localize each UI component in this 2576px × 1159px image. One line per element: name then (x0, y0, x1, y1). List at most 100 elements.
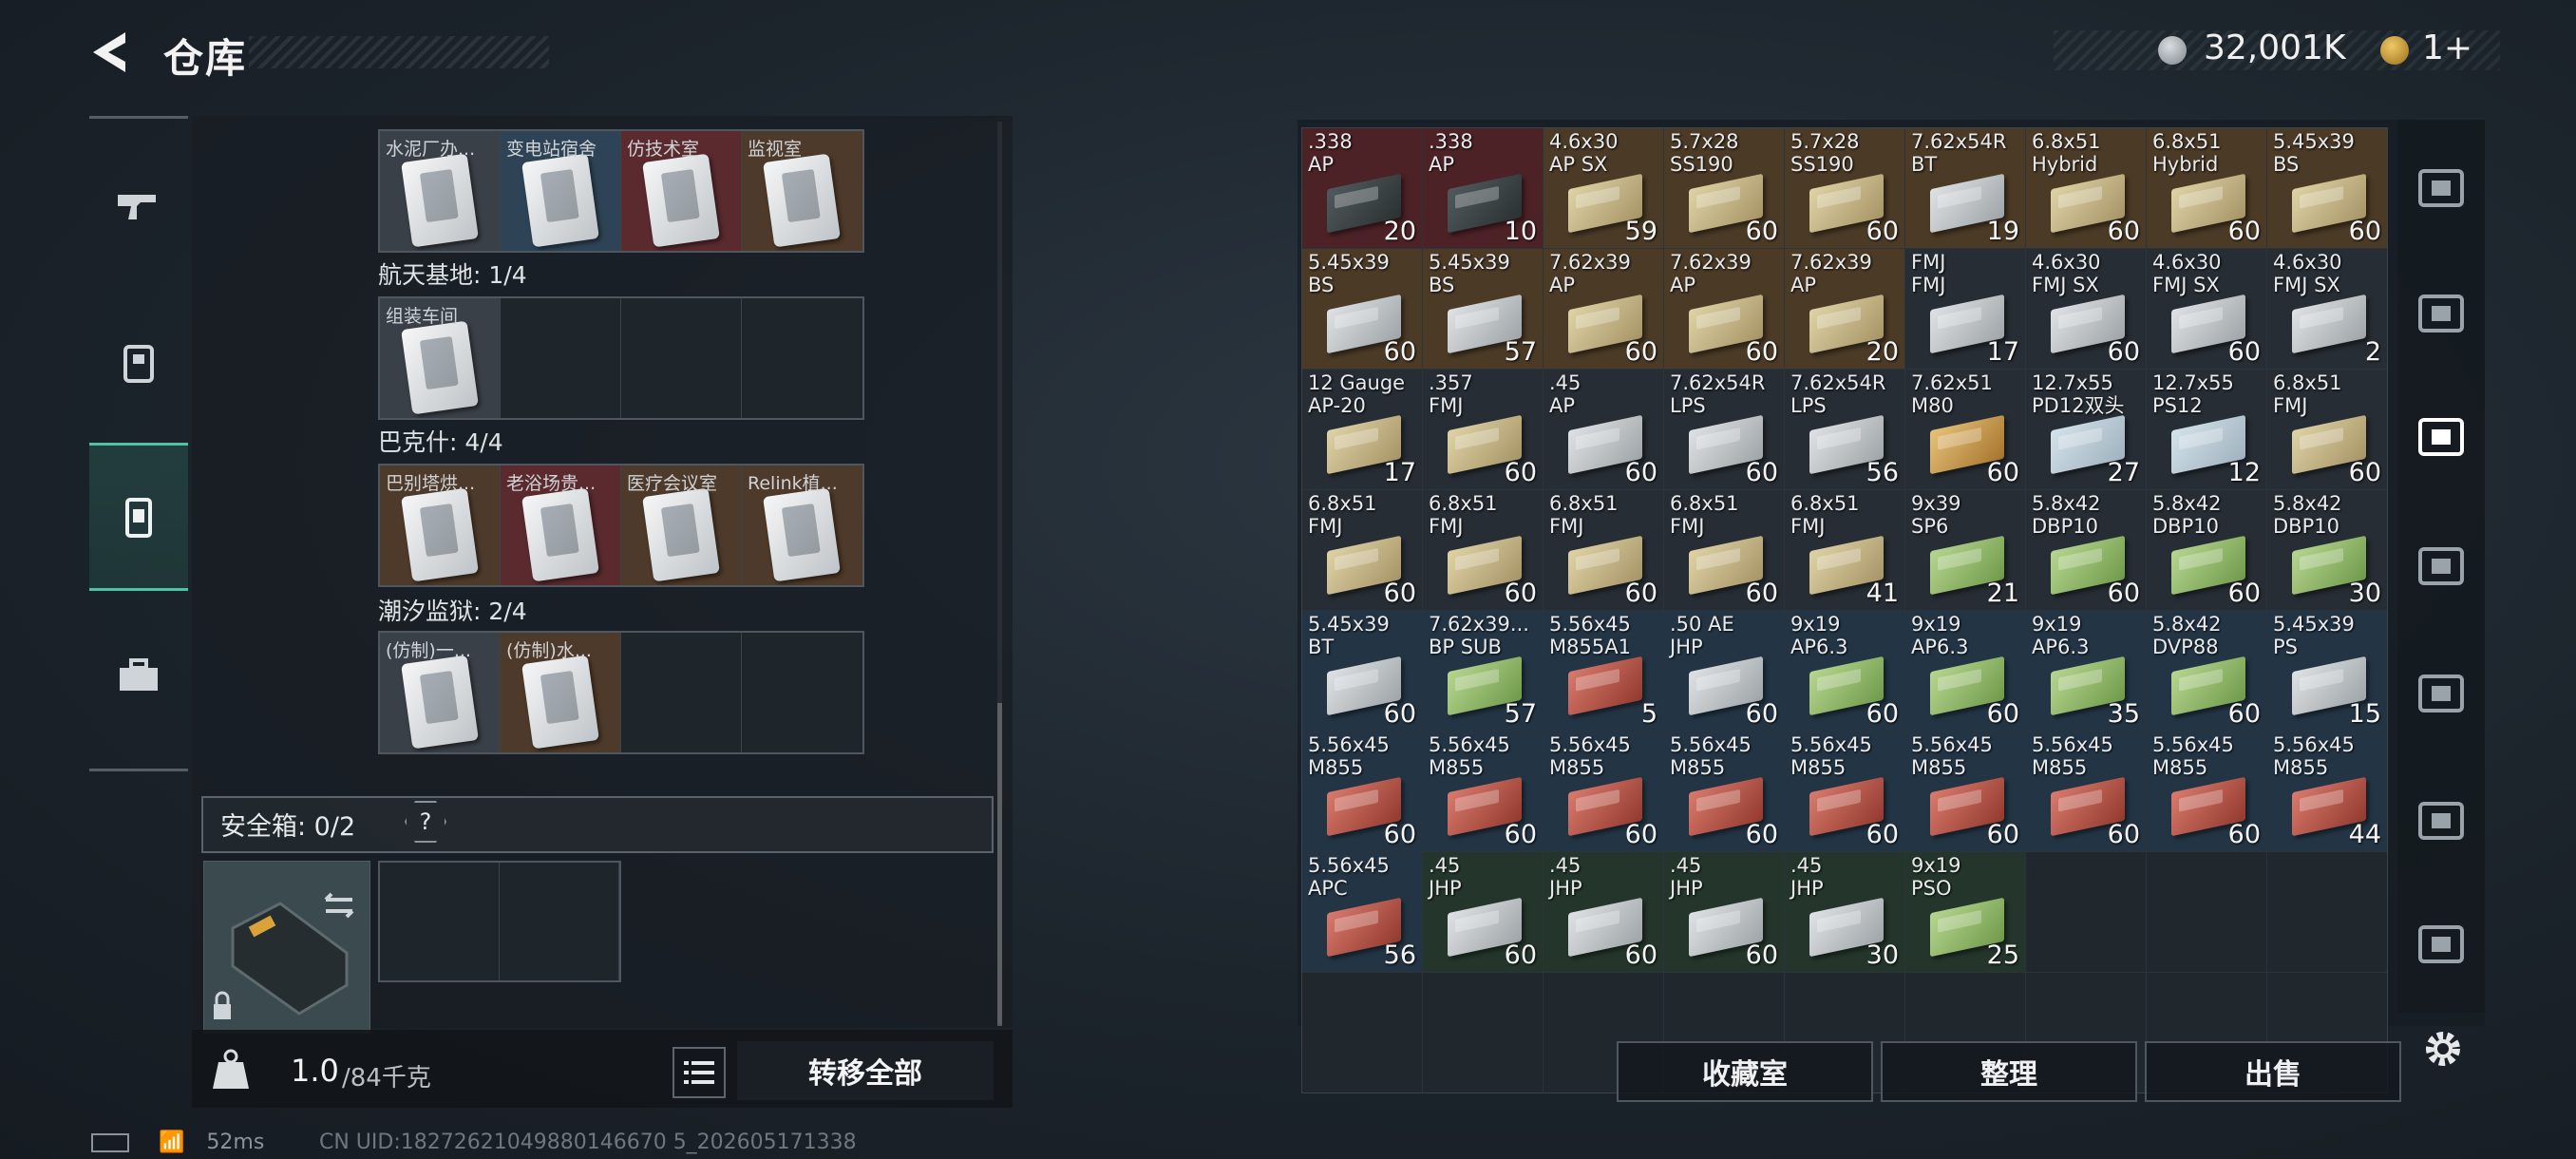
ammo-item[interactable]: 6.8x51 Hybrid 60 (2026, 128, 2146, 248)
ammo-item[interactable]: 12.7x55 PD12双头 27 (2026, 370, 2146, 489)
ammo-item[interactable]: 7.62x54R LPS 56 (1785, 370, 1904, 489)
ammo-item[interactable]: 5.56x45 M855 60 (1664, 732, 1784, 851)
ammo-item[interactable]: 5.56x45 M855 60 (1905, 732, 2025, 851)
ammo-item[interactable]: 5.56x45 M855 60 (2026, 732, 2146, 851)
room-slot[interactable]: 变电站宿舍 (501, 131, 621, 251)
room-slot[interactable]: 监视室 (742, 131, 862, 251)
ammo-item[interactable]: 5.56x45 APC 56 (1302, 852, 1422, 972)
ammo-item[interactable]: .45 JHP 30 (1785, 852, 1904, 972)
ammo-item[interactable]: 6.8x51 FMJ 60 (1423, 490, 1543, 610)
ammo-item[interactable]: 12 Gauge AP-20 17 (1302, 370, 1422, 489)
ammo-item[interactable]: 5.8x42 DBP10 30 (2267, 490, 2387, 610)
ammo-item[interactable]: .45 JHP 60 (1423, 852, 1543, 972)
ammo-item[interactable]: 6.8x51 FMJ 60 (1664, 490, 1784, 610)
ammo-item[interactable]: 6.8x51 FMJ 60 (1544, 490, 1663, 610)
ammo-item[interactable]: 5.8x42 DBP10 60 (2026, 490, 2146, 610)
ammo-item[interactable]: .45 JHP 60 (1544, 852, 1663, 972)
ammo-item[interactable]: 7.62x39 AP 20 (1785, 249, 1904, 369)
ammo-item[interactable]: 5.56x45 M855 60 (2147, 732, 2266, 851)
ammo-item[interactable]: 5.56x45 M855A1 5 (1544, 611, 1663, 731)
ammo-item[interactable]: 4.6x30 AP SX 59 (1544, 128, 1663, 248)
secure-case-slot[interactable] (203, 861, 370, 1034)
ammo-item[interactable]: 5.45x39 BT 60 (1302, 611, 1422, 731)
ammo-item[interactable]: 5.56x45 M855 60 (1302, 732, 1422, 851)
ammo-item[interactable]: .50 AE JHP 60 (1664, 611, 1784, 731)
room-slot[interactable] (501, 298, 621, 418)
empty-slot[interactable] (2267, 852, 2387, 972)
ammo-item[interactable]: 6.8x51 Hybrid 60 (2147, 128, 2266, 248)
ammo-item[interactable]: .357 FMJ 60 (1423, 370, 1543, 489)
ammo-item[interactable]: .338 AP 20 (1302, 128, 1422, 248)
ammo-item[interactable]: 5.56x45 M855 60 (1423, 732, 1543, 851)
safebox-slot[interactable] (380, 863, 500, 980)
ammo-item[interactable]: 5.7x28 SS190 60 (1664, 128, 1784, 248)
list-view-button[interactable] (672, 1047, 726, 1098)
ammo-item[interactable]: 4.6x30 FMJ SX 60 (2026, 249, 2146, 369)
sell-button[interactable]: 出售 (2145, 1041, 2401, 1102)
room-slot[interactable]: 巴别塔烘... (380, 466, 501, 585)
rail-toolbox[interactable] (89, 604, 188, 747)
room-slot[interactable] (621, 298, 742, 418)
ammo-item[interactable]: 4.6x30 FMJ SX 60 (2147, 249, 2266, 369)
transfer-all-button[interactable]: 转移全部 (737, 1041, 994, 1100)
empty-slot[interactable] (2147, 852, 2266, 972)
ammo-item[interactable]: 5.45x39 BS 60 (1302, 249, 1422, 369)
ammo-item[interactable]: 5.8x42 DBP10 60 (2147, 490, 2266, 610)
tier-iv-case-icon[interactable] (2413, 285, 2470, 342)
ammo-item[interactable]: 9x19 AP6.3 60 (1905, 611, 2025, 731)
ammo-item[interactable]: 5.7x28 SS190 60 (1785, 128, 1904, 248)
ammo-item[interactable]: 7.62x39 AP 60 (1664, 249, 1784, 369)
ammo-item[interactable]: 6.8x51 FMJ 60 (2267, 370, 2387, 489)
ammo-item[interactable]: .45 JHP 60 (1664, 852, 1784, 972)
empty-slot[interactable] (1302, 973, 1422, 1092)
ammo-item[interactable]: 5.45x39 BS 57 (1423, 249, 1543, 369)
room-slot[interactable]: (仿制)一... (380, 633, 501, 752)
ammo-item[interactable]: 9x19 PSO 25 (1905, 852, 2025, 972)
room-slot[interactable] (742, 298, 862, 418)
sort-button[interactable]: 整理 (1881, 1041, 2137, 1102)
empty-slot[interactable] (1423, 973, 1543, 1092)
tier-iii-warning-icon[interactable] (2413, 665, 2470, 722)
ammo-item[interactable]: 9x19 AP6.3 35 (2026, 611, 2146, 731)
ammo-item[interactable]: 7.62x54R LPS 60 (1664, 370, 1784, 489)
room-slot[interactable] (742, 633, 862, 752)
ammo-item[interactable]: 5.8x42 DVP88 60 (2147, 611, 2266, 731)
safebox-slot[interactable] (500, 863, 619, 980)
ammo-item[interactable]: 6.8x51 FMJ 41 (1785, 490, 1904, 610)
ammo-item[interactable]: 7.62x39... BP SUB 57 (1423, 611, 1543, 731)
room-slot[interactable]: 老浴场贵... (501, 466, 621, 585)
rail-backpack[interactable] (89, 291, 188, 433)
tier-iii-case-icon[interactable] (2413, 538, 2470, 595)
ammo-item[interactable]: 7.62x39 AP 60 (1544, 249, 1663, 369)
tier-iv-folder-icon[interactable] (2413, 408, 2470, 466)
ammo-item[interactable]: 9x39 SP6 21 (1905, 490, 2025, 610)
room-slot[interactable]: Relink植... (742, 466, 862, 585)
ammo-item[interactable]: 5.45x39 PS 15 (2267, 611, 2387, 731)
ammo-item[interactable]: 5.56x45 M855 44 (2267, 732, 2387, 851)
ammo-item[interactable]: 12.7x55 PS12 12 (2147, 370, 2266, 489)
room-slot[interactable]: 仿技术室 (621, 131, 742, 251)
ammo-item[interactable]: .45 AP 60 (1544, 370, 1663, 489)
scrollbar-thumb[interactable] (997, 703, 1002, 1026)
ammo-item[interactable]: 5.45x39 BS 60 (2267, 128, 2387, 248)
ammo-item[interactable]: .338 AP 10 (1423, 128, 1543, 248)
ammo-item[interactable]: 5.56x45 M855 60 (1785, 732, 1904, 851)
tier-v-case-icon[interactable] (2413, 916, 2470, 973)
ammo-item[interactable]: FMJ FMJ 17 (1905, 249, 2025, 369)
tier-iii-rack-icon[interactable] (2413, 792, 2470, 849)
ammo-item[interactable]: 7.62x54R BT 19 (1905, 128, 2025, 248)
ammo-item[interactable]: 4.6x30 FMJ SX 2 (2267, 249, 2387, 369)
room-slot[interactable]: (仿制)水... (501, 633, 621, 752)
empty-slot[interactable] (2026, 852, 2146, 972)
ammo-item[interactable]: 6.8x51 FMJ 60 (1302, 490, 1422, 610)
room-slot[interactable]: 组装车间 (380, 298, 501, 418)
room-slot[interactable]: 医疗会议室 (621, 466, 742, 585)
collection-room-button[interactable]: 收藏室 (1617, 1041, 1873, 1102)
gear-icon[interactable] (2416, 1022, 2470, 1075)
rail-weapons[interactable] (89, 133, 188, 276)
rail-containers[interactable] (89, 443, 188, 591)
ammo-item[interactable]: 9x19 AP6.3 60 (1785, 611, 1904, 731)
back-arrow-icon[interactable] (87, 28, 135, 76)
room-slot[interactable]: 水泥厂办... (380, 131, 501, 251)
ammo-item[interactable]: 7.62x51 M80 60 (1905, 370, 2025, 489)
